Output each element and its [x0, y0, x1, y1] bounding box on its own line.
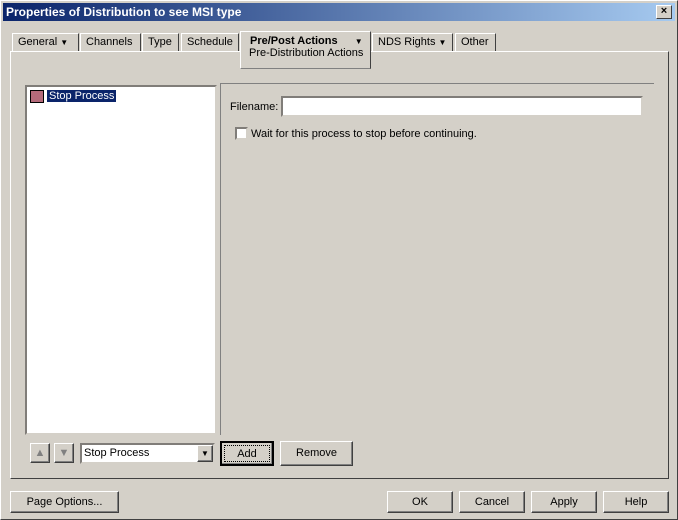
page-options-button[interactable]: Page Options... — [10, 491, 119, 513]
chevron-down-icon[interactable]: ▼ — [439, 38, 447, 47]
wait-checkbox-label: Wait for this process to stop before con… — [251, 128, 477, 140]
tab-schedule[interactable]: Schedule — [181, 33, 239, 52]
tab-channels[interactable]: Channels — [80, 33, 141, 52]
tab-other[interactable]: Other — [455, 33, 496, 52]
chevron-down-icon[interactable]: ▼ — [355, 37, 363, 46]
properties-dialog: Properties of Distribution to see MSI ty… — [0, 0, 678, 520]
close-button[interactable]: × — [656, 5, 672, 19]
tab-label: NDS Rights — [378, 36, 436, 48]
apply-button[interactable]: Apply — [531, 491, 597, 513]
tab-type[interactable]: Type — [142, 33, 179, 52]
add-button[interactable]: Add — [220, 441, 274, 466]
arrow-down-icon: ▼ — [58, 447, 70, 459]
tab-label: Pre/Post Actions — [250, 35, 338, 47]
tab-nds-rights[interactable]: NDS Rights ▼ — [372, 33, 453, 52]
chevron-down-icon[interactable]: ▼ — [60, 38, 68, 47]
arrow-up-icon: ▲ — [34, 447, 46, 459]
stop-process-icon — [30, 90, 44, 103]
tab-label: Channels — [86, 36, 133, 48]
action-list[interactable]: Stop Process — [25, 85, 217, 435]
window-title: Properties of Distribution to see MSI ty… — [6, 5, 242, 19]
tab-label: General — [18, 36, 58, 48]
title-bar: Properties of Distribution to see MSI ty… — [3, 3, 675, 21]
filename-label: Filename: — [230, 101, 279, 113]
filename-input[interactable] — [281, 96, 643, 117]
help-button[interactable]: Help — [603, 491, 669, 513]
select-value: Stop Process — [84, 447, 150, 459]
tab-label: Type — [148, 36, 172, 48]
move-up-button[interactable]: ▲ — [30, 443, 50, 463]
wait-checkbox[interactable] — [235, 127, 248, 140]
tab-label: Schedule — [187, 36, 233, 48]
ok-button[interactable]: OK — [387, 491, 453, 513]
remove-button[interactable]: Remove — [280, 441, 353, 466]
action-type-select[interactable]: Stop Process ▼ — [80, 443, 215, 464]
tab-pre-post-actions[interactable]: Pre/Post Actions ▼ Pre-Distribution Actio… — [240, 31, 371, 69]
move-down-button[interactable]: ▼ — [54, 443, 74, 463]
list-item[interactable]: Stop Process — [47, 90, 117, 102]
tab-subtitle[interactable]: Pre-Distribution Actions — [249, 47, 363, 59]
tab-label: Other — [461, 36, 489, 48]
cancel-button[interactable]: Cancel — [459, 491, 525, 513]
chevron-down-icon[interactable]: ▼ — [197, 445, 213, 462]
tab-general[interactable]: General ▼ — [12, 33, 79, 52]
